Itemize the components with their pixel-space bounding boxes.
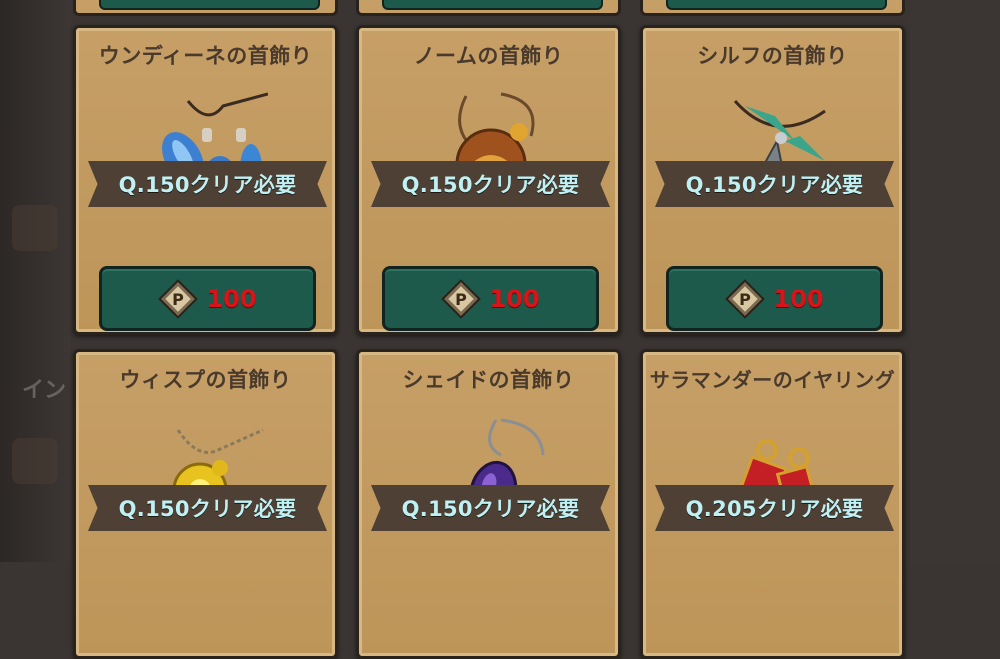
svg-text:P: P bbox=[456, 290, 468, 309]
item-name: サラマンダーのイヤリング bbox=[649, 368, 896, 392]
background-partial-text: イン bbox=[22, 378, 67, 403]
background-decoration bbox=[12, 438, 58, 484]
shop-item-card-partial bbox=[356, 0, 621, 16]
shop-item-card-partial bbox=[640, 0, 905, 16]
requirement-text: Q.150クリア必要 bbox=[118, 173, 297, 197]
requirement-banner: Q.150クリア必要 bbox=[371, 485, 610, 531]
shop-item-card-sylph[interactable]: シルフの首飾り Q.150クリア必要 P 100 bbox=[640, 25, 905, 335]
buy-button-partial[interactable] bbox=[99, 0, 320, 10]
requirement-banner: Q.150クリア必要 bbox=[88, 161, 327, 207]
price-label: 100 bbox=[206, 284, 257, 313]
shop-item-card-partial bbox=[73, 0, 338, 16]
background-right-panel bbox=[910, 0, 1000, 562]
buy-button[interactable]: P 100 bbox=[99, 266, 316, 331]
shop-item-card-gnome[interactable]: ノームの首飾り Q.150クリア必要 P 100 bbox=[356, 25, 621, 335]
background-decoration bbox=[12, 205, 58, 251]
item-name: ウンディーネの首飾り bbox=[98, 44, 313, 68]
buy-button[interactable]: P 100 bbox=[382, 266, 599, 331]
shop-item-card-shade[interactable]: シェイドの首飾り Q.150クリア必要 bbox=[356, 349, 621, 659]
background-left-panel bbox=[0, 0, 70, 562]
requirement-banner: Q.150クリア必要 bbox=[655, 161, 894, 207]
requirement-text: Q.150クリア必要 bbox=[685, 173, 864, 197]
shop-item-card-undine[interactable]: ウンディーネの首飾り Q.150クリア必要 P 100 bbox=[73, 25, 338, 335]
item-name: シルフの首飾り bbox=[697, 44, 848, 68]
item-name: ウィスプの首飾り bbox=[119, 368, 292, 392]
point-coin-icon: P bbox=[725, 278, 766, 319]
requirement-banner: Q.205クリア必要 bbox=[655, 485, 894, 531]
buy-button-partial[interactable] bbox=[666, 0, 887, 10]
buy-button-partial[interactable] bbox=[382, 0, 603, 10]
requirement-text: Q.205クリア必要 bbox=[685, 497, 864, 521]
point-coin-icon: P bbox=[158, 278, 199, 319]
buy-button[interactable]: P 100 bbox=[666, 266, 883, 331]
price-label: 100 bbox=[489, 284, 540, 313]
requirement-text: Q.150クリア必要 bbox=[401, 173, 580, 197]
shop-item-card-wisp[interactable]: ウィスプの首飾り Q.150クリア必要 bbox=[73, 349, 338, 659]
item-name: ノームの首飾り bbox=[413, 44, 564, 68]
requirement-banner: Q.150クリア必要 bbox=[88, 485, 327, 531]
requirement-text: Q.150クリア必要 bbox=[401, 497, 580, 521]
svg-text:P: P bbox=[173, 290, 185, 309]
price-label: 100 bbox=[773, 284, 824, 313]
requirement-banner: Q.150クリア必要 bbox=[371, 161, 610, 207]
svg-text:P: P bbox=[740, 290, 752, 309]
shop-item-card-salamander[interactable]: サラマンダーのイヤリング Q.205クリア必要 bbox=[640, 349, 905, 659]
point-coin-icon: P bbox=[441, 278, 482, 319]
item-name: シェイドの首飾り bbox=[402, 368, 575, 392]
requirement-text: Q.150クリア必要 bbox=[118, 497, 297, 521]
